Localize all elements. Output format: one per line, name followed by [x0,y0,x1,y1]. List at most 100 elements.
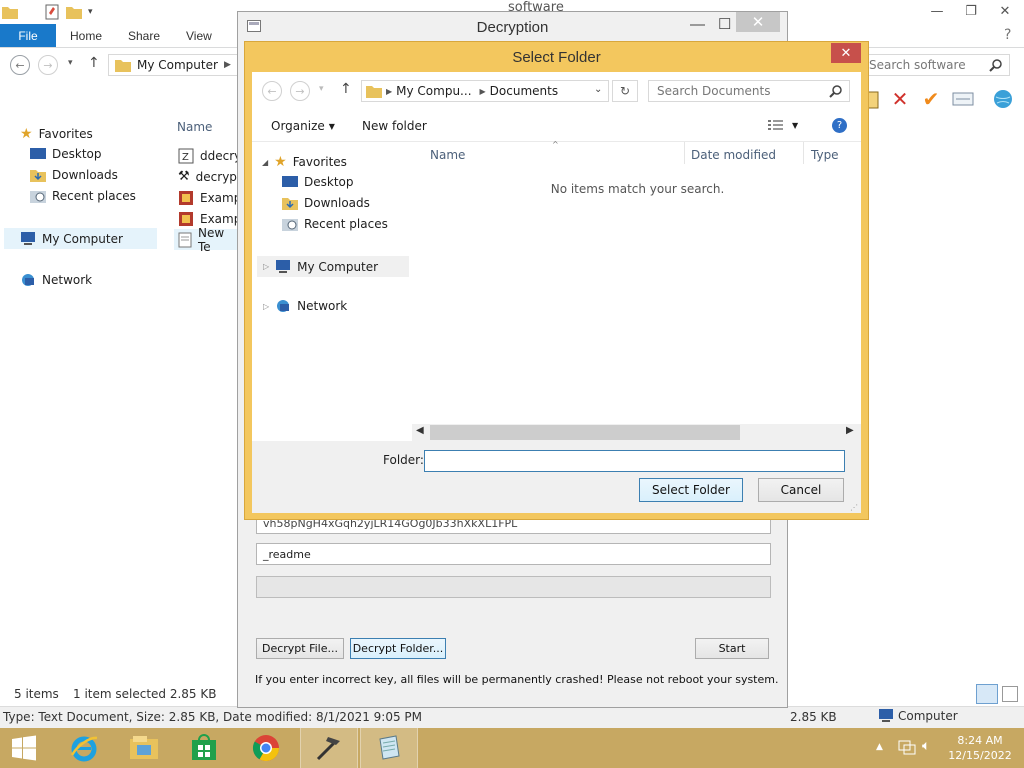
restore-button[interactable]: ❐ [954,0,988,22]
decrypt-folder-button[interactable]: Decrypt Folder... [350,638,446,659]
globe-icon[interactable] [990,86,1016,112]
extension-input[interactable]: _readme [256,543,771,565]
cancel-x-icon[interactable]: ✕ [887,86,913,112]
volume-icon[interactable]: 🔈︎ [922,738,930,754]
tab-home[interactable]: Home [70,29,102,43]
decrypt-file-button[interactable]: Decrypt File... [256,638,344,659]
close-button[interactable]: ✕ [736,12,780,32]
nav-desktop-label: Desktop [52,147,102,161]
tree-downloads[interactable]: Downloads [282,196,370,210]
chrome-icon[interactable] [237,728,295,768]
scroll-left-icon[interactable]: ◀ [416,425,424,436]
back-arrow-icon[interactable]: ← [262,81,282,101]
view-options-button[interactable]: ▼ [768,119,798,131]
nav-favorites[interactable]: ★ Favorites [20,126,93,142]
minimize-button[interactable]: — [920,0,954,22]
resize-grip-icon[interactable]: ⋰ [850,503,858,512]
column-header-name[interactable]: Name [177,120,212,134]
column-header-type[interactable]: Type [811,148,839,162]
store-icon[interactable] [175,728,233,768]
explorer-address-bar[interactable]: My Computer ▶ [108,54,238,76]
tab-view[interactable]: View [186,29,212,43]
expand-arrow-icon[interactable]: ▷ [263,262,269,271]
nav-downloads[interactable]: Downloads [30,168,118,182]
tab-file[interactable]: File [0,24,56,47]
folder-icon [366,84,382,98]
show-hidden-icons-icon[interactable]: ▲ [876,742,883,752]
start-button[interactable] [0,728,48,768]
notepad-taskbar-icon[interactable] [360,728,418,768]
explorer-search-input[interactable]: Search software [862,54,1010,76]
tree-recent-label: Recent places [304,217,388,231]
column-header-name[interactable]: Name [430,148,465,162]
up-arrow-icon[interactable]: ↑ [88,55,100,71]
close-button[interactable]: ✕ [831,43,861,63]
column-divider[interactable] [803,142,804,164]
column-header-date[interactable]: Date modified [691,148,776,162]
breadcrumb-my-computer[interactable]: My Compu... [396,84,471,98]
window-controls: — ❐ ✕ [920,0,1022,22]
minimize-button[interactable]: — [690,16,705,33]
tab-share[interactable]: Share [128,29,160,43]
folder-input[interactable] [424,450,845,472]
decryptor-taskbar-icon[interactable] [300,728,358,768]
customize-qat-icon[interactable]: ▾ [88,7,93,17]
expand-arrow-icon[interactable]: ▷ [263,302,269,311]
chevron-down-icon: ▼ [328,121,335,131]
search-icon [829,84,843,98]
breadcrumb-documents[interactable]: Documents [490,84,558,98]
nav-recent-label: Recent places [52,189,136,203]
internet-explorer-icon[interactable] [55,728,113,768]
recent-places-icon [30,189,46,203]
large-icons-view-icon[interactable] [1002,686,1018,702]
expand-arrow-icon[interactable]: ◢ [262,158,268,167]
file-item-selected[interactable]: New Te [174,226,238,254]
details-view-icon[interactable] [976,684,998,704]
help-icon[interactable]: ? [1004,27,1011,43]
dialog-address-bar[interactable]: ▶ My Compu... ▶ Documents ⌄ [361,80,609,102]
forward-arrow-icon[interactable]: → [290,81,310,101]
star-icon: ★ [20,126,33,142]
downloads-folder-icon [30,168,46,182]
tree-favorites[interactable]: ◢ ★ Favorites [262,154,347,170]
tree-desktop[interactable]: Desktop [282,175,354,189]
new-folder-icon[interactable] [66,5,82,19]
forward-arrow-icon[interactable]: → [38,55,58,75]
close-button[interactable]: ✕ [988,0,1022,22]
select-folder-button[interactable]: Select Folder [639,478,743,502]
chevron-down-icon[interactable]: ⌄ [594,84,602,95]
checkmark-icon[interactable]: ✔ [918,86,944,112]
nav-my-computer[interactable]: My Computer [4,228,157,249]
tree-network[interactable]: ▷ Network [263,299,347,313]
tree-my-computer[interactable]: ▷ My Computer [257,256,409,277]
new-folder-button[interactable]: New folder [362,119,427,133]
file-explorer-icon[interactable] [115,728,173,768]
scroll-right-icon[interactable]: ▶ [846,425,854,436]
nav-desktop[interactable]: Desktop [30,147,102,161]
recent-locations-icon[interactable]: ▾ [319,84,324,94]
clock[interactable]: 8:24 AM 12/15/2022 [940,733,1020,763]
cancel-button[interactable]: Cancel [758,478,844,502]
app-icon [247,20,261,32]
start-button[interactable]: Start [695,638,769,659]
organize-button[interactable]: Organize ▼ [271,119,335,133]
up-arrow-icon[interactable]: ↑ [340,81,352,97]
tree-recent-places[interactable]: Recent places [282,217,388,231]
nav-network[interactable]: Network [20,273,92,287]
help-icon[interactable]: ? [832,118,847,133]
file-item[interactable]: ⚒ decrypt [178,169,242,184]
horizontal-scrollbar[interactable]: ◀ ▶ [412,424,861,441]
network-status-icon[interactable] [898,738,916,756]
file-size-text: 2.85 KB [790,710,837,724]
recent-locations-icon[interactable]: ▾ [68,58,73,68]
column-divider[interactable] [684,142,685,164]
nav-recent-places[interactable]: Recent places [30,189,136,203]
refresh-icon[interactable]: ↻ [612,80,638,102]
maximize-button[interactable]: ☐ [718,15,731,33]
card-icon[interactable] [950,86,976,112]
dialog-search-input[interactable]: Search Documents [648,80,850,102]
back-arrow-icon[interactable]: ← [10,55,30,75]
properties-icon[interactable] [44,4,60,20]
scrollbar-thumb[interactable] [430,425,740,440]
file-item[interactable]: Exampl [178,190,245,206]
